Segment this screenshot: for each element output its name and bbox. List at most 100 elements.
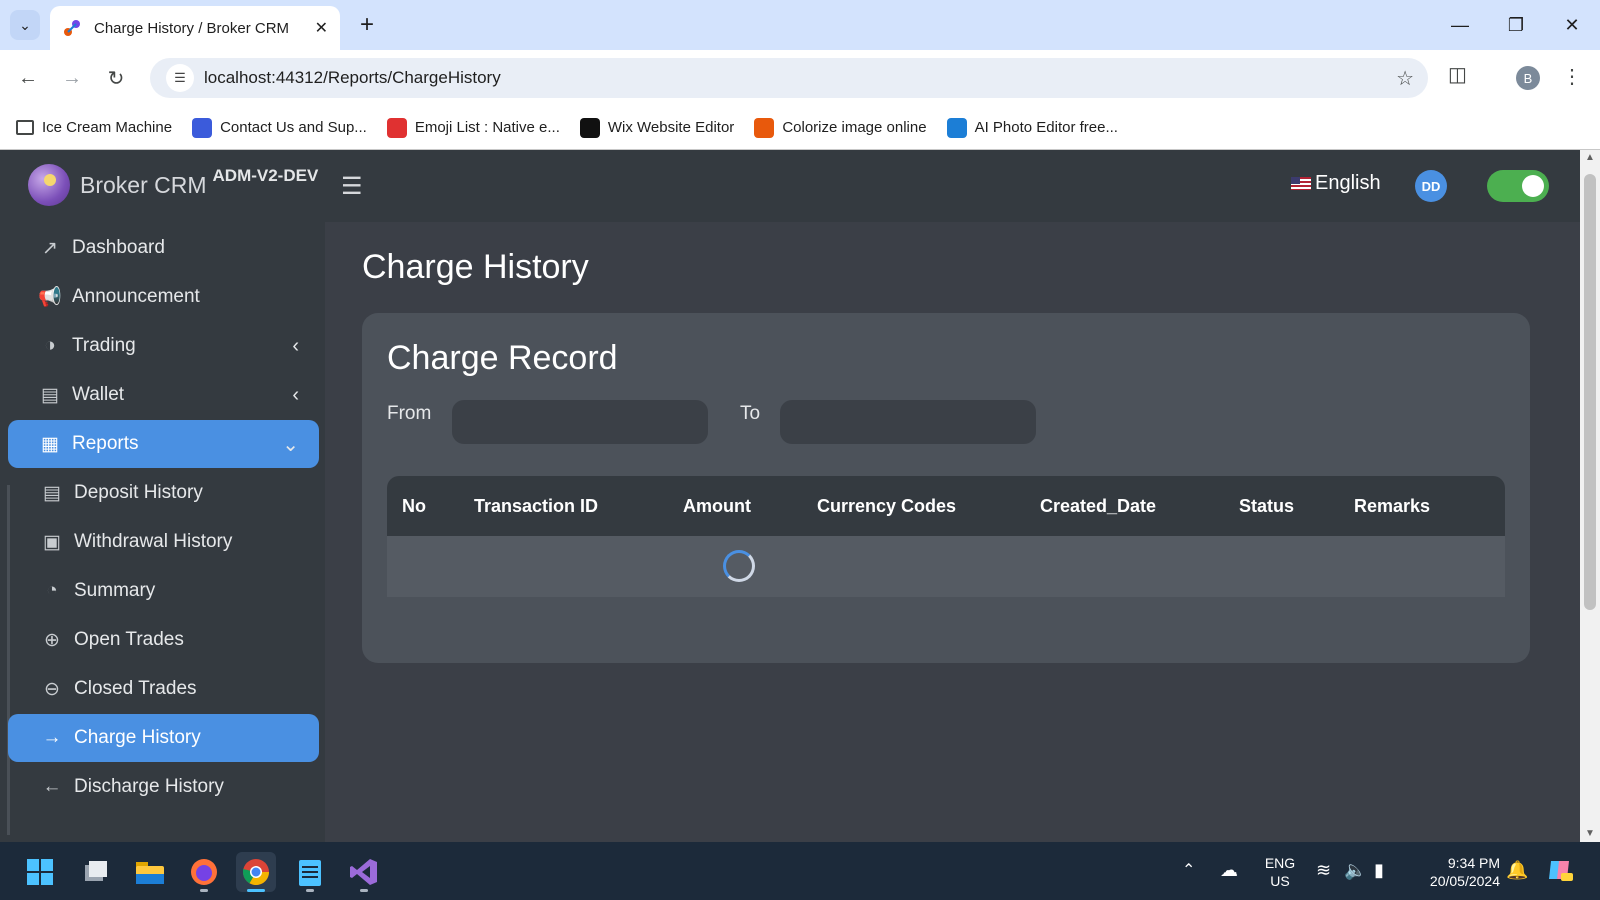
bookmark-item[interactable]: AI Photo Editor free...	[946, 117, 1118, 138]
tab-search-chevron-icon[interactable]: ⌄	[10, 10, 40, 40]
wifi-icon[interactable]: ≋	[1316, 860, 1331, 881]
onedrive-cloud-icon[interactable]: ☁	[1220, 860, 1238, 881]
running-indicator	[306, 889, 314, 892]
bookmark-item[interactable]: Ice Cream Machine	[16, 119, 172, 136]
url-text[interactable]: localhost:44312/Reports/ChargeHistory	[204, 68, 501, 88]
region-code: US	[1270, 873, 1290, 889]
language-selector[interactable]: English	[1291, 172, 1381, 195]
sidebar-item-label: Discharge History	[74, 776, 224, 797]
chart-line-icon: ↗	[42, 237, 58, 259]
firefox-icon[interactable]	[184, 852, 224, 892]
brand[interactable]: Broker CRM ADM-V2-DEV	[28, 162, 318, 208]
notepad-icon[interactable]	[290, 852, 330, 892]
battery-icon[interactable]: ▮	[1374, 860, 1384, 881]
windows-start-icon[interactable]	[20, 852, 60, 892]
money-icon: ▣	[43, 531, 61, 553]
clock[interactable]: 9:34 PM 20/05/2024	[1410, 854, 1500, 890]
sidebar-item-announcement[interactable]: 📢 Announcement	[8, 273, 319, 321]
restore-icon[interactable]: ❐	[1496, 8, 1536, 42]
running-indicator	[247, 889, 265, 892]
tray-overflow-chevron-icon[interactable]: ⌃	[1182, 860, 1195, 880]
task-view-icon[interactable]	[76, 852, 116, 892]
scroll-up-icon[interactable]: ▲	[1585, 152, 1595, 163]
column-header[interactable]: Status	[1239, 496, 1294, 517]
arrow-left-icon: ←	[42, 776, 62, 797]
notification-bell-icon[interactable]: 🔔	[1506, 860, 1528, 881]
loading-spinner-icon	[723, 550, 755, 582]
sidebar-item-label: Charge History	[74, 727, 201, 748]
sidebar-item-open-trades[interactable]: ⊕ Open Trades	[8, 616, 319, 664]
sidebar-item-deposit-history[interactable]: ▤ Deposit History	[8, 469, 319, 517]
browser-tab-active[interactable]: Charge History / Broker CRM ✕	[50, 6, 340, 50]
sidebar-item-trading[interactable]: ◑ Trading ‹	[8, 322, 319, 370]
theme-toggle[interactable]	[1487, 170, 1549, 202]
clock-date: 20/05/2024	[1429, 873, 1500, 889]
column-header[interactable]: Currency Codes	[817, 496, 956, 517]
app-topbar: ☰ English DD	[325, 150, 1580, 222]
sidebar-item-closed-trades[interactable]: ⊖ Closed Trades	[8, 665, 319, 713]
bookmark-item[interactable]: Emoji List : Native e...	[386, 117, 560, 138]
bookmark-star-icon[interactable]: ☆	[1396, 66, 1414, 91]
sidebar-item-label: Open Trades	[74, 629, 184, 650]
sidebar-item-withdrawal-history[interactable]: ▣ Withdrawal History	[8, 518, 319, 566]
sidebar-item-label: Dashboard	[72, 237, 165, 258]
new-tab-icon[interactable]: +	[352, 10, 382, 40]
bookmark-item[interactable]: Contact Us and Sup...	[192, 117, 367, 138]
wallet-icon: ▤	[43, 482, 61, 504]
bookmark-item[interactable]: Colorize image online	[754, 117, 927, 138]
from-label: From	[387, 403, 432, 424]
extensions-icon[interactable]: ◫	[1448, 62, 1467, 87]
scroll-down-icon[interactable]: ▼	[1585, 828, 1595, 839]
globe-icon: ◑	[44, 335, 56, 356]
tab-close-icon[interactable]: ✕	[315, 18, 328, 38]
profile-avatar[interactable]: B	[1516, 66, 1540, 90]
bookmark-label: Emoji List : Native e...	[414, 119, 560, 136]
sidebar-item-summary[interactable]: ◔ Summary	[8, 567, 319, 615]
column-header[interactable]: Amount	[683, 496, 751, 517]
sidebar-item-label: Reports	[72, 433, 139, 454]
page-scrollbar[interactable]: ▲ ▼	[1580, 150, 1600, 842]
language-label: English	[1315, 172, 1381, 194]
charge-record-card: Charge Record From To No Transaction ID …	[362, 313, 1530, 663]
back-icon[interactable]: ←	[12, 62, 44, 94]
bookmark-item[interactable]: Wix Website Editor	[579, 117, 734, 138]
megaphone-icon: 📢	[38, 287, 62, 308]
sidebar-item-charge-history[interactable]: → Charge History	[8, 714, 319, 762]
chrome-icon[interactable]	[236, 852, 276, 892]
forward-icon[interactable]: →	[56, 62, 88, 94]
input-language[interactable]: ENG US	[1262, 854, 1298, 890]
scroll-thumb[interactable]	[1584, 174, 1596, 610]
user-avatar[interactable]: DD	[1415, 170, 1447, 202]
column-header[interactable]: Transaction ID	[474, 496, 598, 517]
column-header[interactable]: No	[402, 496, 426, 517]
clock-time: 9:34 PM	[1447, 855, 1500, 871]
copilot-icon[interactable]	[1542, 852, 1578, 888]
volume-icon[interactable]: 🔈	[1344, 860, 1366, 881]
chevron-left-icon: ‹	[292, 334, 299, 357]
from-date-input[interactable]	[452, 400, 708, 444]
hamburger-menu-icon[interactable]: ☰	[341, 172, 363, 201]
column-header[interactable]: Created_Date	[1040, 496, 1156, 517]
language-code: ENG	[1264, 855, 1296, 871]
column-header[interactable]: Remarks	[1354, 496, 1430, 517]
browser-menu-icon[interactable]: ⋮	[1562, 64, 1582, 89]
table-header: No Transaction ID Amount Currency Codes …	[387, 476, 1505, 536]
sidebar-item-discharge-history[interactable]: ← Discharge History	[8, 763, 319, 811]
minimize-icon[interactable]: —	[1440, 8, 1480, 42]
chevron-left-icon: ‹	[292, 383, 299, 406]
reload-icon[interactable]: ↻	[100, 62, 132, 94]
file-explorer-icon[interactable]	[130, 852, 170, 892]
table-icon: ▦	[41, 433, 59, 455]
bookmark-label: AI Photo Editor free...	[974, 119, 1118, 136]
sidebar-item-label: Deposit History	[74, 482, 203, 503]
to-date-input[interactable]	[780, 400, 1036, 444]
sidebar-item-dashboard[interactable]: ↗ Dashboard	[8, 224, 319, 272]
sidebar-item-reports[interactable]: ▦ Reports ⌄	[8, 420, 319, 468]
site-info-icon[interactable]: ☰	[166, 64, 194, 92]
emoji-site-icon	[386, 117, 407, 138]
window-close-icon[interactable]: ✕	[1552, 8, 1592, 42]
contact-site-icon	[192, 117, 213, 138]
address-bar[interactable]: ☰ localhost:44312/Reports/ChargeHistory …	[150, 58, 1428, 98]
visual-studio-icon[interactable]	[344, 852, 384, 892]
sidebar-item-wallet[interactable]: ▤ Wallet ‹	[8, 371, 319, 419]
